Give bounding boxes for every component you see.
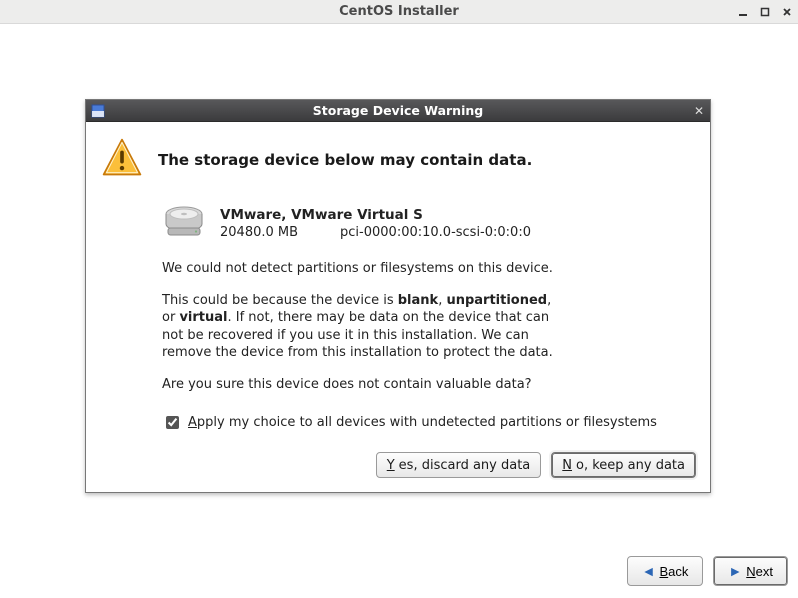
warning-icon: [100, 136, 144, 184]
keep-data-button[interactable]: No, keep any data: [551, 452, 696, 478]
wizard-nav: ◄ Back ► Next: [627, 556, 788, 586]
discard-label: es, discard any data: [399, 458, 531, 473]
term-virtual: virtual: [179, 310, 227, 325]
next-button[interactable]: ► Next: [713, 556, 788, 586]
back-mnemonic: B: [660, 564, 669, 579]
next-mnemonic: N: [746, 564, 755, 579]
dialog-titlebar[interactable]: Storage Device Warning ✕: [86, 100, 710, 122]
para-explain: This could be because the device is blan…: [162, 292, 562, 362]
back-label: ack: [668, 564, 688, 579]
para-nodetect: We could not detect partitions or filesy…: [162, 260, 562, 278]
keep-mnemonic: N: [562, 458, 572, 473]
para-explain-pre: This could be because the device is: [162, 293, 398, 308]
apply-all-label-text: pply my choice to all devices with undet…: [197, 415, 657, 430]
dialog-app-icon: [91, 104, 105, 118]
back-button[interactable]: ◄ Back: [627, 556, 704, 586]
term-unpartitioned: unpartitioned: [446, 293, 547, 308]
close-button[interactable]: [780, 5, 794, 19]
para-confirm: Are you sure this device does not contai…: [162, 376, 562, 394]
minimize-button[interactable]: [736, 5, 750, 19]
device-info: VMware, VMware Virtual S 20480.0 MB pci-0…: [220, 206, 531, 242]
dialog-body: The storage device below may contain dat…: [86, 122, 710, 492]
apply-all-row: Apply my choice to all devices with unde…: [162, 413, 696, 432]
next-label: ext: [756, 564, 773, 579]
dialog-button-row: Yes, discard any data No, keep any data: [162, 452, 696, 478]
apply-all-checkbox[interactable]: [166, 416, 179, 429]
device-size: 20480.0 MB: [220, 225, 298, 240]
dialog-title: Storage Device Warning: [86, 103, 710, 118]
keep-label: o, keep any data: [576, 458, 685, 473]
storage-warning-dialog: Storage Device Warning ✕ The storage dev…: [85, 99, 711, 493]
term-blank: blank: [398, 293, 438, 308]
discard-mnemonic: Y: [387, 458, 395, 473]
device-name: VMware, VMware Virtual S: [220, 206, 531, 224]
window-titlebar: CentOS Installer: [0, 0, 798, 24]
window-title: CentOS Installer: [0, 4, 798, 19]
discard-data-button[interactable]: Yes, discard any data: [376, 452, 542, 478]
warning-heading: The storage device below may contain dat…: [158, 151, 532, 169]
apply-all-mnemonic: A: [188, 415, 197, 430]
device-row: VMware, VMware Virtual S 20480.0 MB pci-0…: [162, 204, 696, 244]
harddisk-icon: [162, 204, 206, 244]
dialog-content: VMware, VMware Virtual S 20480.0 MB pci-0…: [162, 204, 696, 478]
dialog-close-button[interactable]: ✕: [692, 104, 706, 118]
maximize-button[interactable]: [758, 5, 772, 19]
device-subline: 20480.0 MB pci-0000:00:10.0-scsi-0:0:0:0: [220, 224, 531, 242]
arrow-left-icon: ◄: [642, 563, 656, 579]
apply-all-label[interactable]: Apply my choice to all devices with unde…: [188, 415, 657, 430]
warning-row: The storage device below may contain dat…: [100, 136, 696, 184]
window-controls: [736, 0, 794, 24]
device-path: pci-0000:00:10.0-scsi-0:0:0:0: [340, 225, 531, 240]
arrow-right-icon: ►: [728, 563, 742, 579]
